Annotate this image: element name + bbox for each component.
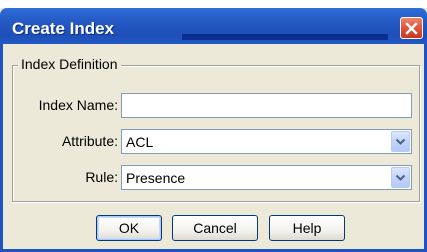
- chevron-down-icon: [395, 138, 406, 146]
- chevron-down-icon: [395, 174, 406, 182]
- close-icon: [405, 21, 418, 35]
- index-name-input[interactable]: [121, 93, 412, 118]
- background-strip: [0, 0, 427, 8]
- dialog-title: Create Index: [12, 19, 115, 38]
- attribute-dropdown-button[interactable]: [391, 131, 410, 152]
- attribute-value: ACL: [126, 134, 154, 150]
- rule-value: Presence: [126, 170, 186, 186]
- rule-label: Rule:: [85, 169, 118, 185]
- attribute-label: Attribute:: [61, 133, 118, 149]
- rule-dropdown-button[interactable]: [391, 167, 410, 188]
- cancel-button[interactable]: Cancel: [172, 215, 258, 241]
- title-bar-accent: [182, 34, 388, 40]
- close-button[interactable]: [400, 17, 423, 39]
- group-legend: Index Definition: [18, 56, 121, 72]
- ok-button[interactable]: OK: [96, 215, 162, 241]
- index-name-label: Index Name:: [38, 97, 118, 113]
- attribute-select[interactable]: ACL: [121, 129, 412, 154]
- create-index-dialog: Create Index Index Definition Index Name…: [0, 0, 427, 252]
- rule-select[interactable]: Presence: [121, 165, 412, 190]
- help-button[interactable]: Help: [269, 215, 345, 241]
- window-frame-left: [0, 44, 3, 252]
